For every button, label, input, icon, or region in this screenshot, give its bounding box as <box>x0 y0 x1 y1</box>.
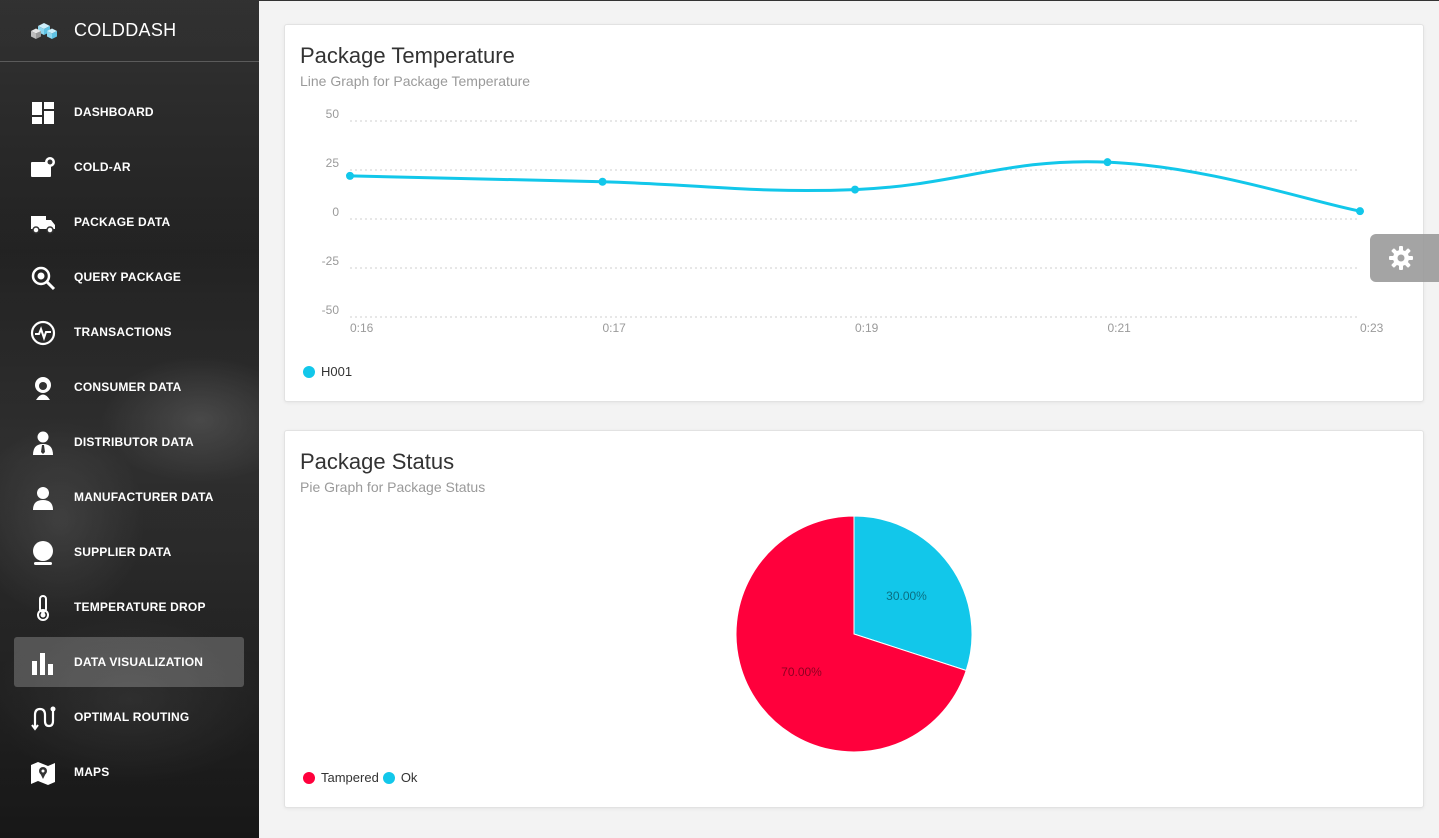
data-point[interactable] <box>346 171 354 180</box>
y-tick-label: 0 <box>332 205 339 219</box>
sidebar-item-cold-ar[interactable]: COLD-AR <box>14 142 244 192</box>
data-point[interactable] <box>598 177 607 186</box>
legend-label: Ok <box>400 770 418 785</box>
temperature-line-chart: 50 25 0 -25 -50 0:16 0:17 0:19 0:21 0:23 <box>322 107 1384 335</box>
bar-chart-icon <box>32 653 53 675</box>
temperature-legend: H001 <box>303 364 356 379</box>
sidebar-item-label: QUERY PACKAGE <box>74 270 182 284</box>
sidebar-item-dashboard[interactable]: DASHBOARD <box>14 87 244 137</box>
legend-item-ok[interactable]: Ok <box>382 770 418 785</box>
sidebar-item-package-data[interactable]: PACKAGE DATA <box>14 197 244 247</box>
thermometer-icon <box>37 595 49 621</box>
sidebar-item-label: MAPS <box>74 765 110 779</box>
x-tick-label: 0:23 <box>1360 321 1384 335</box>
data-point[interactable] <box>851 185 859 194</box>
person-circle-icon <box>33 541 53 565</box>
pulse-icon <box>30 320 56 346</box>
sidebar-item-data-visualization[interactable]: DATA VISUALIZATION <box>14 637 244 687</box>
sidebar: COLDDASH DASHBOARD COLD-AR PACKAGE DATA … <box>0 0 259 838</box>
x-tick-label: 0:16 <box>350 321 374 335</box>
sidebar-item-query-package[interactable]: QUERY PACKAGE <box>14 252 244 302</box>
y-tick-label: 50 <box>326 107 340 121</box>
status-pie-chart: 30.00% 70.00% <box>735 515 973 753</box>
status-legend: Tampered Ok <box>303 770 421 785</box>
status-card: Package Status Pie Graph for Package Sta… <box>284 430 1424 808</box>
temperature-card: Package Temperature Line Graph for Packa… <box>284 24 1424 402</box>
sidebar-item-label: COLD-AR <box>74 160 131 174</box>
cubes-icon <box>31 23 57 39</box>
pie-slice-label: 30.00% <box>886 589 927 603</box>
y-tick-label: -25 <box>322 254 340 268</box>
legend-item-tampered[interactable]: Tampered <box>303 770 379 785</box>
camera-icon <box>31 157 55 177</box>
user-tie-icon <box>33 431 53 455</box>
sidebar-item-label: TEMPERATURE DROP <box>74 600 206 614</box>
x-tick-label: 0:17 <box>603 321 627 335</box>
sidebar-item-label: MANUFACTURER DATA <box>74 490 214 504</box>
sidebar-item-temperature-drop[interactable]: TEMPERATURE DROP <box>14 582 244 632</box>
sidebar-item-maps[interactable]: MAPS <box>14 747 244 797</box>
y-tick-label: -50 <box>322 303 340 317</box>
truck-icon <box>31 216 55 234</box>
route-icon <box>31 706 56 731</box>
sidebar-item-label: DATA VISUALIZATION <box>74 655 204 669</box>
x-tick-label: 0:19 <box>855 321 879 335</box>
legend-label: H001 <box>321 364 353 379</box>
sidebar-item-consumer-data[interactable]: CONSUMER DATA <box>14 362 244 412</box>
y-tick-label: 25 <box>326 156 340 170</box>
x-tick-label: 0:21 <box>1108 321 1132 335</box>
settings-toggle-button[interactable] <box>1370 234 1439 282</box>
sidebar-item-supplier-data[interactable]: SUPPLIER DATA <box>14 527 244 577</box>
pie-slice-label: 70.00% <box>781 665 822 679</box>
sidebar-item-label: DASHBOARD <box>74 105 154 119</box>
data-point[interactable] <box>1103 158 1112 167</box>
sidebar-item-label: DISTRIBUTOR DATA <box>74 435 194 449</box>
user-icon <box>35 377 51 400</box>
sidebar-item-label: TRANSACTIONS <box>74 325 172 339</box>
legend-swatch <box>303 771 315 784</box>
dashboard-icon <box>32 102 54 124</box>
search-icon <box>31 266 56 291</box>
sidebar-item-label: SUPPLIER DATA <box>74 545 172 559</box>
sidebar-item-label: CONSUMER DATA <box>74 380 182 394</box>
sidebar-item-label: PACKAGE DATA <box>74 215 171 229</box>
person-icon <box>33 487 53 510</box>
brand[interactable]: COLDDASH <box>0 0 259 62</box>
legend-swatch <box>303 365 315 378</box>
data-point[interactable] <box>1356 207 1364 216</box>
brand-name: COLDDASH <box>74 20 177 40</box>
gear-icon <box>1389 246 1413 270</box>
legend-swatch <box>382 771 395 784</box>
sidebar-item-optimal-routing[interactable]: OPTIMAL ROUTING <box>14 692 244 742</box>
sidebar-item-transactions[interactable]: TRANSACTIONS <box>14 307 244 357</box>
top-border <box>259 0 1439 1</box>
legend-label: Tampered <box>321 770 379 785</box>
map-icon <box>31 762 55 785</box>
sidebar-item-manufacturer-data[interactable]: MANUFACTURER DATA <box>14 472 244 522</box>
sidebar-item-distributor-data[interactable]: DISTRIBUTOR DATA <box>14 417 244 467</box>
legend-item-h001[interactable]: H001 <box>303 364 352 379</box>
sidebar-item-label: OPTIMAL ROUTING <box>74 710 190 724</box>
